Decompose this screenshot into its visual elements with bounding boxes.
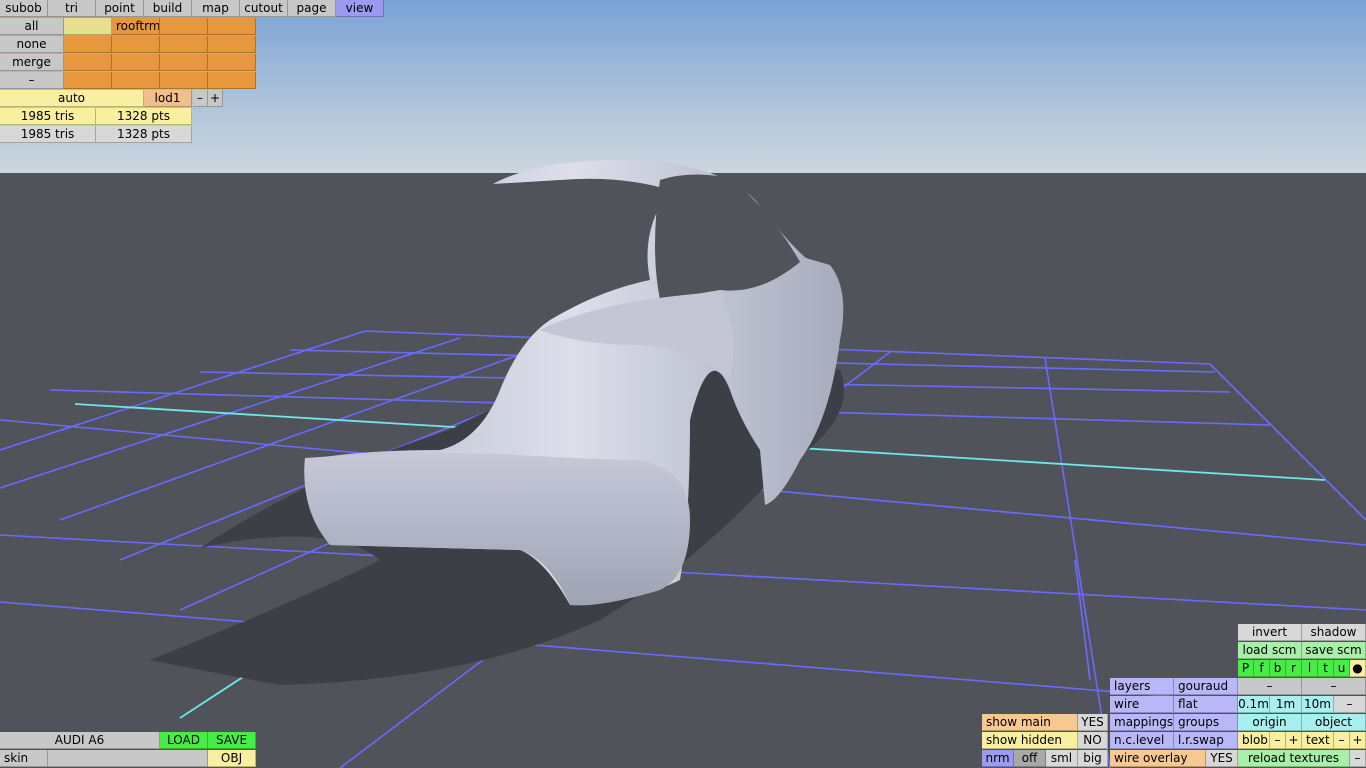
layer-cell[interactable]	[208, 18, 256, 35]
reload-textures-button[interactable]: reload textures	[1238, 750, 1350, 767]
nc-level-button[interactable]: n.c.level	[1110, 732, 1174, 749]
show-hidden-button[interactable]: show hidden	[982, 732, 1078, 749]
origin-button[interactable]: origin	[1238, 714, 1302, 731]
layer-cell[interactable]	[208, 54, 256, 71]
load-button[interactable]: LOAD	[160, 732, 208, 749]
save-button[interactable]: SAVE	[208, 732, 256, 749]
point-count-total: 1328 pts	[96, 126, 192, 143]
wire-overlay-value[interactable]: YES	[1206, 750, 1238, 767]
3d-viewport[interactable]	[0, 0, 1366, 768]
flat-button[interactable]: flat	[1174, 696, 1238, 713]
view-r-button[interactable]: r	[1286, 660, 1302, 677]
menu-cutout[interactable]: cutout	[240, 0, 288, 17]
show-main-value[interactable]: YES	[1078, 714, 1108, 731]
menu-tri[interactable]: tri	[48, 0, 96, 17]
menu-map[interactable]: map	[192, 0, 240, 17]
scene-dash-button[interactable]: –	[1302, 678, 1366, 695]
scene-dash-button[interactable]: –	[1238, 678, 1302, 695]
blob-button[interactable]: blob	[1238, 732, 1270, 749]
view-dot-button[interactable]: ●	[1350, 660, 1366, 677]
view-l-button[interactable]: l	[1302, 660, 1318, 677]
layer-cell[interactable]	[64, 36, 112, 53]
skin-field[interactable]	[48, 750, 208, 767]
point-count: 1328 pts	[96, 108, 192, 125]
lod-plus-button[interactable]: +	[208, 90, 223, 107]
size-off-button[interactable]: off	[1014, 750, 1046, 767]
select-all-button[interactable]: all	[0, 18, 64, 35]
layer-cell[interactable]	[160, 54, 208, 71]
shadow-button[interactable]: shadow	[1302, 624, 1366, 641]
size-nrm-button[interactable]: nrm	[982, 750, 1014, 767]
wire-overlay-button[interactable]: wire overlay	[1110, 750, 1206, 767]
object-button[interactable]: object	[1302, 714, 1366, 731]
tri-count-total: 1985 tris	[0, 126, 96, 143]
save-scm-button[interactable]: save scm	[1302, 642, 1366, 659]
size-big-button[interactable]: big	[1078, 750, 1108, 767]
load-scm-button[interactable]: load scm	[1238, 642, 1302, 659]
lod-minus-button[interactable]: –	[193, 90, 208, 107]
layers-button[interactable]: layers	[1110, 678, 1174, 695]
blob-minus-button[interactable]: –	[1270, 732, 1286, 749]
layer-cell[interactable]	[64, 72, 112, 89]
skin-label[interactable]: skin	[0, 750, 48, 767]
menu-build[interactable]: build	[144, 0, 192, 17]
show-main-button[interactable]: show main	[982, 714, 1078, 731]
view-u-button[interactable]: u	[1334, 660, 1350, 677]
menu-page[interactable]: page	[288, 0, 336, 17]
select-none-button[interactable]: none	[0, 36, 64, 53]
wire-button[interactable]: wire	[1110, 696, 1174, 713]
lod-level-button[interactable]: lod1	[144, 90, 192, 107]
size-sml-button[interactable]: sml	[1046, 750, 1078, 767]
menu-subob[interactable]: subob	[0, 0, 48, 17]
gouraud-button[interactable]: gouraud	[1174, 678, 1238, 695]
merge-button[interactable]: merge	[0, 54, 64, 71]
view-b-button[interactable]: b	[1270, 660, 1286, 677]
reload-minus-button[interactable]: –	[1350, 750, 1366, 767]
layer-cell-rooftrm[interactable]: rooftrm	[112, 18, 160, 35]
grid-0-1m-button[interactable]: 0.1m	[1238, 696, 1270, 713]
dash-button[interactable]: –	[0, 72, 64, 89]
menu-point[interactable]: point	[96, 0, 144, 17]
text-button[interactable]: text	[1302, 732, 1334, 749]
format-button[interactable]: OBJ	[208, 750, 256, 767]
view-p-button[interactable]: P	[1238, 660, 1254, 677]
layer-cell[interactable]	[112, 54, 160, 71]
invert-button[interactable]: invert	[1238, 624, 1302, 641]
layer-cell[interactable]	[112, 72, 160, 89]
layer-cell[interactable]	[160, 72, 208, 89]
groups-button[interactable]: groups	[1174, 714, 1238, 731]
layer-cell[interactable]	[64, 54, 112, 71]
text-minus-button[interactable]: –	[1334, 732, 1350, 749]
view-t-button[interactable]: t	[1318, 660, 1334, 677]
view-f-button[interactable]: f	[1254, 660, 1270, 677]
grid-10m-button[interactable]: 10m	[1302, 696, 1334, 713]
layer-cell[interactable]	[160, 18, 208, 35]
text-plus-button[interactable]: +	[1350, 732, 1366, 749]
grid-dash-button[interactable]: –	[1334, 696, 1366, 713]
model-name[interactable]: AUDI A6	[0, 732, 160, 749]
layer-cell[interactable]	[112, 36, 160, 53]
blob-plus-button[interactable]: +	[1286, 732, 1302, 749]
mappings-button[interactable]: mappings	[1110, 714, 1174, 731]
layer-cell[interactable]	[208, 72, 256, 89]
menu-view[interactable]: view	[336, 0, 384, 17]
lod-mode-button[interactable]: auto	[0, 90, 144, 107]
layer-cell[interactable]	[208, 36, 256, 53]
layer-cell[interactable]	[64, 18, 112, 35]
grid-1m-button[interactable]: 1m	[1270, 696, 1302, 713]
layer-cell[interactable]	[160, 36, 208, 53]
tri-count: 1985 tris	[0, 108, 96, 125]
lr-swap-button[interactable]: l.r.swap	[1174, 732, 1238, 749]
show-hidden-value[interactable]: NO	[1078, 732, 1108, 749]
